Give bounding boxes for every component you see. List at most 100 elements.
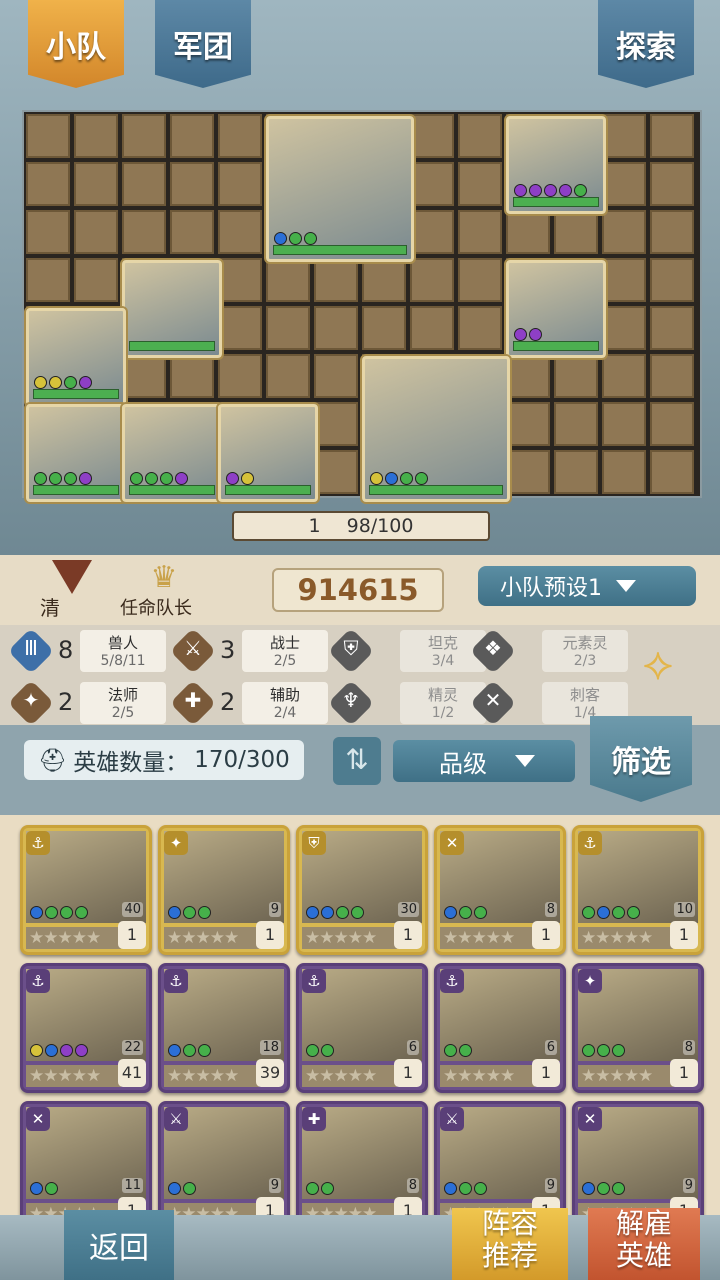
grid-cell[interactable] xyxy=(602,450,646,494)
formation-grid[interactable] xyxy=(22,110,702,502)
grid-cell[interactable] xyxy=(314,450,358,494)
grid-cell[interactable] xyxy=(554,354,598,398)
grid-cell[interactable] xyxy=(410,114,454,158)
grid-cell[interactable] xyxy=(218,354,262,398)
grid-cell[interactable] xyxy=(170,162,214,206)
grid-cell[interactable] xyxy=(170,114,214,158)
grid-cell[interactable] xyxy=(74,114,118,158)
grid-cell[interactable] xyxy=(650,210,694,254)
grid-cell[interactable] xyxy=(602,354,646,398)
hero-token-frog-mage[interactable] xyxy=(122,260,222,358)
grade-sort-dropdown[interactable]: 品级 xyxy=(393,740,575,782)
grid-cell[interactable] xyxy=(458,210,502,254)
hero-token-frog-mage-2[interactable] xyxy=(26,308,126,406)
hero-card[interactable]: ⚓ 40 ★★★★★ 1 xyxy=(20,825,152,955)
grid-cell[interactable] xyxy=(74,258,118,302)
grid-cell[interactable] xyxy=(602,114,646,158)
grid-cell[interactable] xyxy=(410,210,454,254)
filter-button[interactable]: 筛选 xyxy=(590,716,692,802)
grid-cell[interactable] xyxy=(506,210,550,254)
grid-cell[interactable] xyxy=(26,210,70,254)
hero-card[interactable]: ⚔9★★★★★1 xyxy=(158,1101,290,1215)
grid-cell[interactable] xyxy=(122,114,166,158)
grid-cell[interactable] xyxy=(458,162,502,206)
clear-button[interactable]: 清空 xyxy=(34,560,106,649)
hero-card[interactable]: ⚓ 6 ★★★★★ 1 xyxy=(296,963,428,1093)
grid-cell[interactable] xyxy=(362,306,406,350)
tab-legion[interactable]: 军团 xyxy=(155,0,251,88)
grid-cell[interactable] xyxy=(170,354,214,398)
hero-card[interactable]: ✕9★★★★★1 xyxy=(572,1101,704,1215)
hero-card[interactable]: ✚ 8 ★★★★★ 1 xyxy=(296,1101,428,1215)
grid-cell[interactable] xyxy=(26,258,70,302)
grid-cell[interactable] xyxy=(362,258,406,302)
grid-cell[interactable] xyxy=(218,210,262,254)
hero-token-beast-warrior[interactable] xyxy=(506,116,606,214)
grid-cell[interactable] xyxy=(218,258,262,302)
appoint-captain-button[interactable]: ♛ 任命队长 xyxy=(120,560,216,620)
grid-cell[interactable] xyxy=(218,162,262,206)
grid-cell[interactable] xyxy=(650,450,694,494)
grid-cell[interactable] xyxy=(122,162,166,206)
grid-cell[interactable] xyxy=(458,258,502,302)
grid-cell[interactable] xyxy=(602,162,646,206)
hero-token-white-beast[interactable] xyxy=(362,356,510,502)
grid-cell[interactable] xyxy=(602,258,646,302)
sort-order-icon[interactable]: ⇅ xyxy=(333,737,381,785)
grid-cell[interactable] xyxy=(650,402,694,446)
grid-cell[interactable] xyxy=(650,306,694,350)
synergy-item[interactable]: ✚ 2 辅助 2/4 xyxy=(169,679,332,727)
tab-squad[interactable]: 小队 xyxy=(28,0,124,88)
hero-card[interactable]: ✕ 8 ★★★★★ 1 xyxy=(434,825,566,955)
grid-cell[interactable] xyxy=(218,306,262,350)
hero-card[interactable]: ✕11★★★★★1 xyxy=(20,1101,152,1215)
hero-token-lizard-warrior-2[interactable] xyxy=(122,404,222,502)
grid-cell[interactable] xyxy=(506,402,550,446)
hero-card[interactable]: ⚓ 6 ★★★★★ 1 xyxy=(434,963,566,1093)
grid-cell[interactable] xyxy=(458,306,502,350)
hero-token-orc-berserker[interactable] xyxy=(506,260,606,358)
hero-card[interactable]: ⚔9★★★★★1 xyxy=(434,1101,566,1215)
grid-cell[interactable] xyxy=(314,306,358,350)
hero-token-lizard-warrior[interactable] xyxy=(26,404,126,502)
grid-cell[interactable] xyxy=(266,354,310,398)
synergy-item[interactable]: ❖ 元素灵 2/3 xyxy=(469,627,632,675)
grid-cell[interactable] xyxy=(458,114,502,158)
grid-cell[interactable] xyxy=(410,306,454,350)
grid-cell[interactable] xyxy=(602,306,646,350)
grid-cell[interactable] xyxy=(506,354,550,398)
synergy-item[interactable]: ♆ 精灵 1/2 xyxy=(327,679,490,727)
grid-cell[interactable] xyxy=(410,162,454,206)
hero-card[interactable]: ⚓ 10 ★★★★★ 1 xyxy=(572,825,704,955)
grid-cell[interactable] xyxy=(506,450,550,494)
grid-cell[interactable] xyxy=(650,354,694,398)
grid-cell[interactable] xyxy=(314,354,358,398)
tab-explore[interactable]: 探索 xyxy=(598,0,694,88)
lineup-recommend-button[interactable]: 阵容 推荐 xyxy=(452,1208,568,1280)
grid-cell[interactable] xyxy=(74,210,118,254)
grid-cell[interactable] xyxy=(74,162,118,206)
grid-cell[interactable] xyxy=(410,258,454,302)
grid-cell[interactable] xyxy=(602,402,646,446)
hero-card[interactable]: ⚓ 18 ★★★★★ 39 xyxy=(158,963,290,1093)
grid-cell[interactable] xyxy=(602,210,646,254)
back-button[interactable]: 返回 xyxy=(64,1210,174,1280)
synergy-item[interactable]: ✦ 2 法师 2/5 xyxy=(7,679,170,727)
grid-cell[interactable] xyxy=(314,402,358,446)
grid-cell[interactable] xyxy=(218,114,262,158)
grid-cell[interactable] xyxy=(26,162,70,206)
grid-cell[interactable] xyxy=(650,162,694,206)
dismiss-hero-button[interactable]: 解雇 英雄 xyxy=(588,1208,700,1280)
hero-token-stone-golem[interactable] xyxy=(266,116,414,262)
grid-cell[interactable] xyxy=(266,306,310,350)
grid-cell[interactable] xyxy=(554,210,598,254)
grid-cell[interactable] xyxy=(554,402,598,446)
synergy-item[interactable]: Ⅲ 8 兽人 5/8/11 xyxy=(7,627,170,675)
grid-cell[interactable] xyxy=(26,114,70,158)
squad-preset-dropdown[interactable]: 小队预设1 xyxy=(478,566,696,606)
grid-cell[interactable] xyxy=(314,258,358,302)
synergy-item[interactable]: ⛨ 坦克 3/4 xyxy=(327,627,490,675)
grid-cell[interactable] xyxy=(170,210,214,254)
grid-cell[interactable] xyxy=(554,450,598,494)
hero-token-light-priestess[interactable] xyxy=(218,404,318,502)
